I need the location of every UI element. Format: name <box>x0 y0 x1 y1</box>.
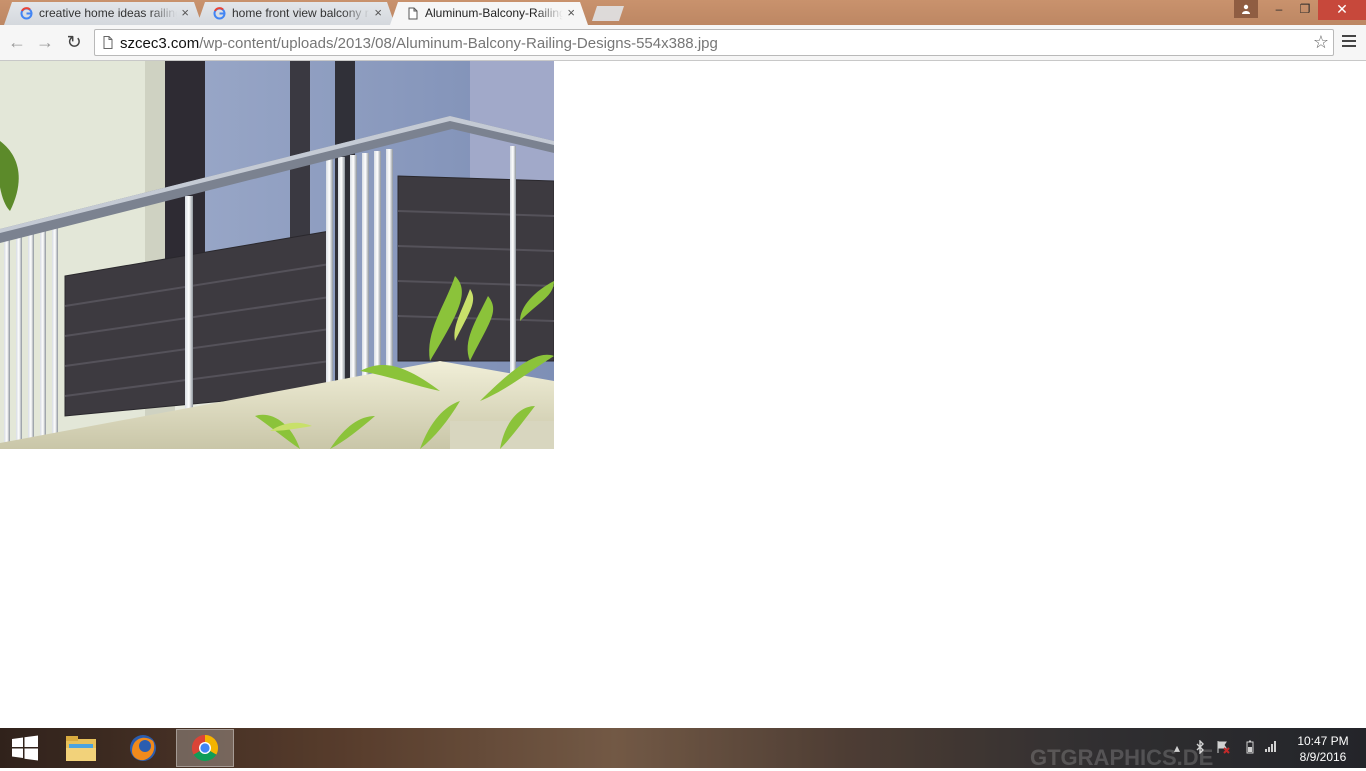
forward-button[interactable]: → <box>34 31 56 53</box>
tab-title: home front view balcony r <box>232 6 369 20</box>
url-host: szcec3.com <box>120 35 200 52</box>
system-clock[interactable]: 10:47 PM 8/9/2016 <box>1290 733 1356 765</box>
tab-home-front-view[interactable]: home front view balcony r × <box>197 2 395 25</box>
windows-taskbar: GTGRAPHICS.DE ▴ 10:47 PM 8/9/2016 <box>0 728 1366 770</box>
windows-logo-icon <box>12 735 38 761</box>
restore-button[interactable]: ❐ <box>1292 0 1318 20</box>
tab-title: Aluminum-Balcony-Railing <box>425 6 563 20</box>
tab-aluminum-balcony-railing[interactable]: Aluminum-Balcony-Railing × <box>390 2 588 25</box>
clock-date: 8/9/2016 <box>1299 750 1347 764</box>
chrome-icon <box>191 734 219 762</box>
new-tab-button[interactable] <box>592 6 624 21</box>
tab-close-icon[interactable]: × <box>374 5 382 21</box>
battery-icon[interactable] <box>1243 740 1257 756</box>
page-icon <box>408 7 418 20</box>
browser-toolbar: ← → ↻ szcec3.com/wp-content/uploads/2013… <box>0 25 1366 61</box>
page-content <box>0 61 1366 728</box>
chrome-taskbar-button[interactable] <box>176 729 234 767</box>
firefox-taskbar-button[interactable] <box>114 729 172 767</box>
tab-close-icon[interactable]: × <box>567 5 575 21</box>
url-path: /wp-content/uploads/2013/08/Aluminum-Bal… <box>199 35 718 52</box>
page-icon <box>103 36 113 49</box>
action-center-flag-icon[interactable] <box>1216 740 1230 756</box>
bookmark-star-icon[interactable]: ☆ <box>1313 32 1329 52</box>
wifi-signal-icon[interactable] <box>1264 740 1278 756</box>
balcony-railing-image[interactable] <box>0 61 554 449</box>
minimize-button[interactable]: – <box>1266 0 1292 20</box>
wallpaper-watermark: GTGRAPHICS.DE <box>1030 745 1214 770</box>
user-profile-button[interactable] <box>1234 0 1258 18</box>
user-icon <box>1242 4 1250 14</box>
reload-button[interactable]: ↻ <box>63 31 85 53</box>
chrome-menu-button[interactable] <box>1340 33 1358 51</box>
google-icon <box>213 7 226 20</box>
file-explorer-taskbar-button[interactable] <box>52 729 110 767</box>
close-window-button[interactable]: ✕ <box>1318 0 1366 20</box>
folder-icon <box>66 736 96 761</box>
firefox-icon <box>130 735 156 761</box>
balcony-railing-picture <box>0 61 554 449</box>
tab-strip: creative home ideas railing × home front… <box>0 0 1366 25</box>
url-text[interactable]: szcec3.com/wp-content/uploads/2013/08/Al… <box>120 35 718 52</box>
start-button[interactable] <box>0 729 50 767</box>
tab-creative-home-ideas[interactable]: creative home ideas railing × <box>4 2 202 25</box>
google-icon <box>20 7 33 20</box>
back-button[interactable]: ← <box>6 31 28 53</box>
address-bar[interactable]: szcec3.com/wp-content/uploads/2013/08/Al… <box>94 29 1334 56</box>
tab-close-icon[interactable]: × <box>181 5 189 21</box>
clock-time: 10:47 PM <box>1297 734 1349 748</box>
tab-title: creative home ideas railing <box>39 6 177 20</box>
